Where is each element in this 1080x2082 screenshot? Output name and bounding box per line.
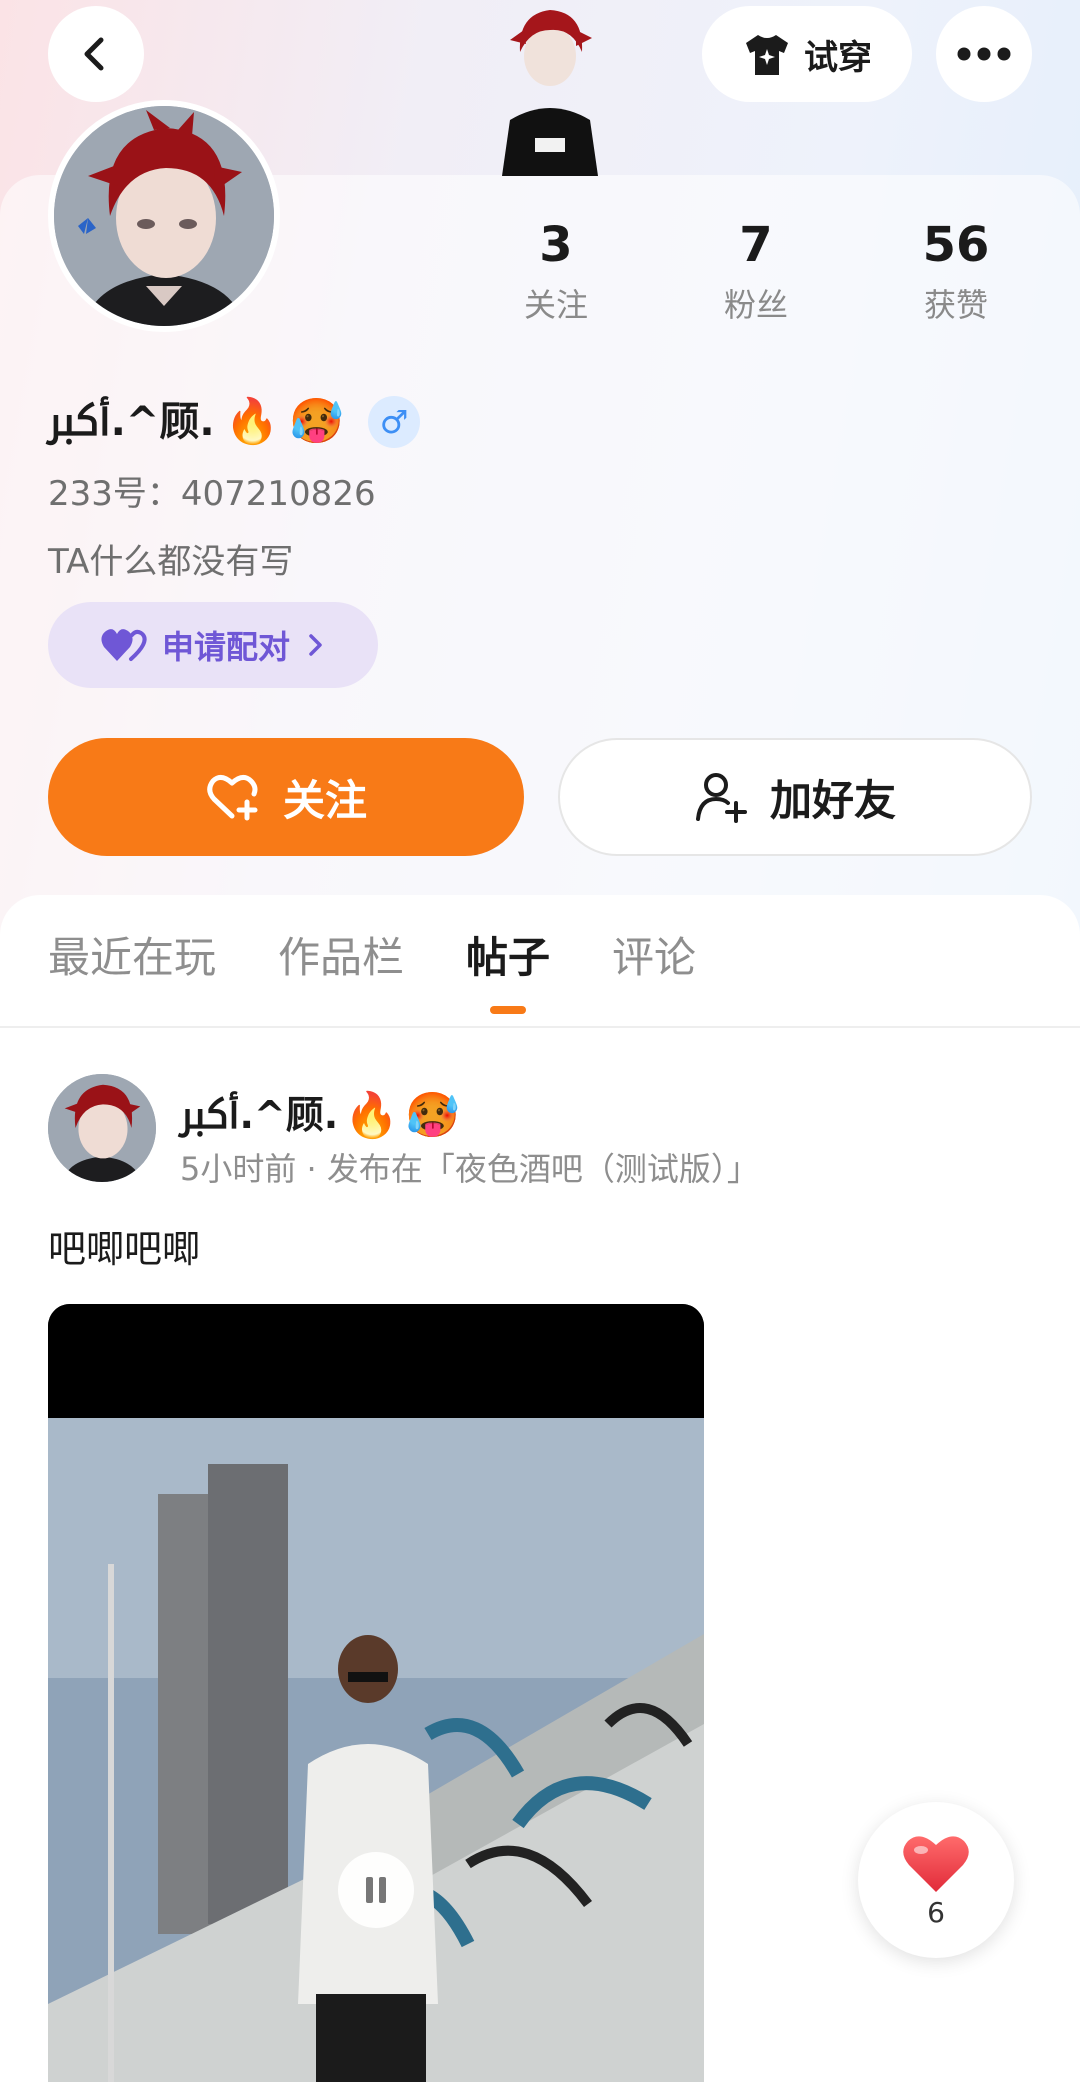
fire-emoji: 🔥 (224, 396, 280, 447)
divider (0, 1026, 1080, 1028)
post-meta[interactable]: 5小时前 · 发布在「夜色酒吧（测试版）」 (180, 1144, 759, 1190)
post-video[interactable] (48, 1304, 704, 2082)
stat-label: 粉丝 (723, 286, 788, 324)
apply-pair-button[interactable]: 申请配对 (48, 602, 378, 688)
avatar-3d-figure[interactable] (480, 0, 620, 176)
stats-row: 3 关注 7 粉丝 56 获赞 (456, 218, 1056, 326)
heart-icon (903, 1835, 969, 1892)
back-button[interactable] (48, 6, 144, 102)
video-frame (48, 1304, 704, 2082)
tab-posts[interactable]: 帖子 (466, 930, 551, 1014)
tab-posts-label: 帖子 (466, 933, 551, 982)
follow-button[interactable]: 关注 (48, 738, 524, 856)
post-author-avatar[interactable] (48, 1074, 156, 1182)
hot-face-emoji: 🥵 (405, 1090, 460, 1141)
tab-works[interactable]: 作品栏 (278, 930, 404, 986)
name-row: ﷳ.^顾. 🔥 🥵 ♂ (48, 384, 421, 460)
try-on-label: 试穿 (804, 37, 872, 78)
chevron-left-icon (84, 37, 104, 71)
add-friend-button[interactable]: 加好友 (558, 738, 1032, 856)
stat-followers[interactable]: 7 粉丝 (656, 218, 856, 326)
hot-face-emoji: 🥵 (289, 396, 345, 447)
tab-comments[interactable]: 评论 (612, 930, 696, 986)
active-tab-indicator (490, 1006, 527, 1014)
nickname: ﷳ.^顾. (48, 399, 215, 445)
shirt-icon (746, 35, 788, 75)
author-avatar-image (48, 1074, 156, 1182)
fire-emoji: 🔥 (344, 1090, 399, 1141)
follow-label: 关注 (282, 775, 367, 825)
bio: TA什么都没有写 (48, 542, 294, 582)
add-friend-label: 加好友 (769, 775, 896, 825)
try-on-button[interactable]: 试穿 (702, 6, 912, 102)
add-user-icon (695, 773, 747, 823)
stat-label: 获赞 (923, 286, 988, 324)
like-count: 6 (927, 1895, 945, 1929)
stat-likes[interactable]: 56 获赞 (856, 218, 1056, 326)
chevron-right-icon (309, 634, 322, 656)
like-button[interactable]: 6 (858, 1802, 1014, 1958)
stat-value: 56 (922, 217, 990, 273)
more-button[interactable] (936, 6, 1032, 102)
tab-recently-played[interactable]: 最近在玩 (48, 930, 216, 986)
double-heart-icon (101, 629, 147, 661)
pause-icon (366, 1877, 386, 1903)
user-id: 233号：407210826 (48, 474, 376, 514)
stat-following[interactable]: 3 关注 (456, 218, 656, 326)
stat-label: 关注 (523, 286, 588, 324)
avatar-image (54, 106, 274, 326)
more-dots-icon (957, 47, 1011, 61)
post-author-name[interactable]: ﷳ.^顾. (180, 1080, 338, 1152)
avatar[interactable] (48, 100, 280, 332)
post-text: 吧唧吧唧 (48, 1227, 201, 1271)
pause-button[interactable] (338, 1852, 414, 1928)
apply-pair-label: 申请配对 (161, 628, 290, 666)
heart-plus-icon (207, 775, 258, 821)
male-gender-icon: ♂ (368, 396, 421, 448)
post-author-row: ﷳ.^顾. 🔥 🥵 (180, 1080, 460, 1152)
tab-bar: 最近在玩 作品栏 帖子 评论 (48, 930, 758, 1014)
stat-value: 7 (739, 217, 773, 273)
stat-value: 3 (539, 217, 573, 273)
